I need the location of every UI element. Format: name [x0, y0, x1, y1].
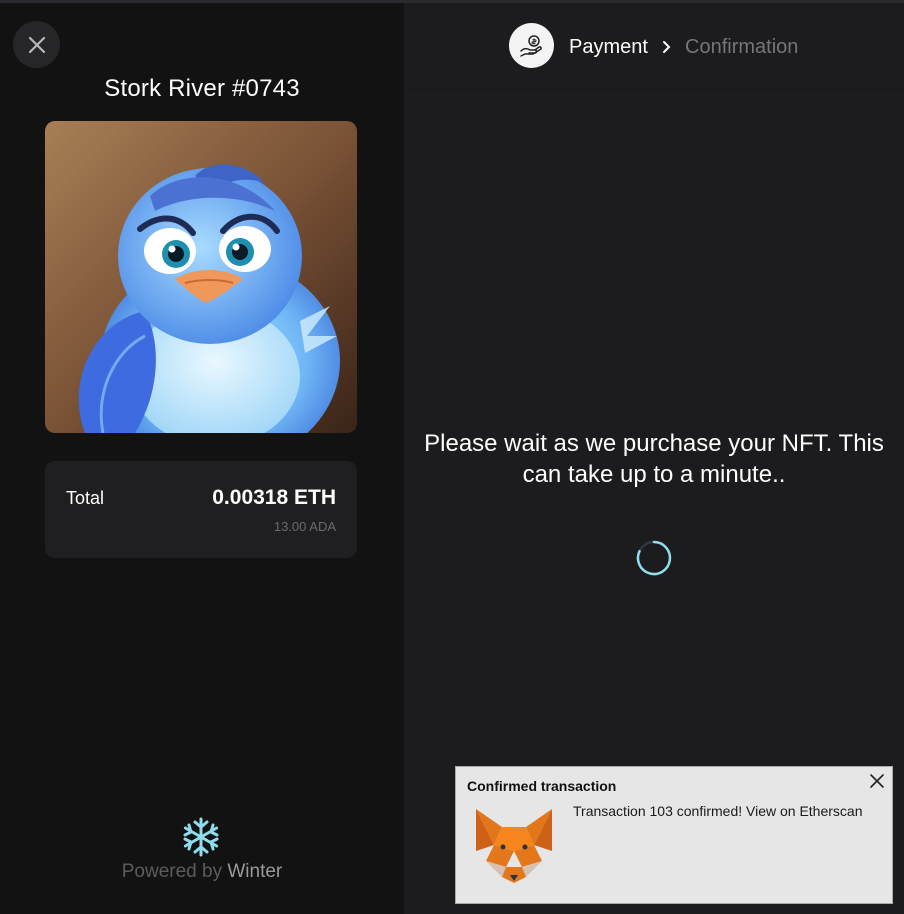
step-confirmation: Confirmation: [685, 36, 799, 58]
total-label: Total: [66, 488, 105, 508]
checkout-window: Stork River #0743 Total 0.00318 ETH 13.0…: [0, 0, 904, 914]
transaction-notification[interactable]: Confirmed transaction Transaction 103 co…: [455, 766, 893, 904]
notification-title: Confirmed transaction: [467, 778, 617, 794]
powered-by-text: Powered by Winter: [0, 861, 404, 883]
chevron-right-icon: [663, 41, 671, 53]
payment-step-badge: [509, 23, 554, 68]
hand-coin-icon: [519, 34, 542, 57]
total-ada-amount: 13.00 ADA: [273, 519, 336, 534]
notification-close-button[interactable]: [866, 770, 888, 792]
metamask-fox-icon: [476, 809, 552, 883]
nft-title: Stork River #0743: [104, 75, 300, 102]
close-button[interactable]: [13, 21, 60, 68]
checkout-steps-header: Payment Confirmation: [404, 3, 904, 90]
nft-image: [45, 121, 357, 433]
powered-by-prefix: Powered by: [121, 861, 223, 882]
total-card: Total 0.00318 ETH 13.00 ADA: [45, 461, 357, 558]
status-message: Please wait as we purchase your NFT. Thi…: [424, 430, 884, 488]
notification-message[interactable]: Transaction 103 confirmed! View on Ether…: [573, 803, 863, 819]
powered-by-brand-link[interactable]: Winter: [227, 861, 282, 882]
close-icon: [870, 774, 884, 788]
snowflake-icon: [183, 817, 219, 857]
total-eth-amount: 0.00318 ETH: [212, 486, 336, 509]
step-payment: Payment: [569, 36, 648, 58]
close-icon: [28, 36, 45, 53]
order-summary-panel: Stork River #0743 Total 0.00318 ETH 13.0…: [0, 3, 404, 914]
loading-spinner-icon: [636, 540, 672, 576]
